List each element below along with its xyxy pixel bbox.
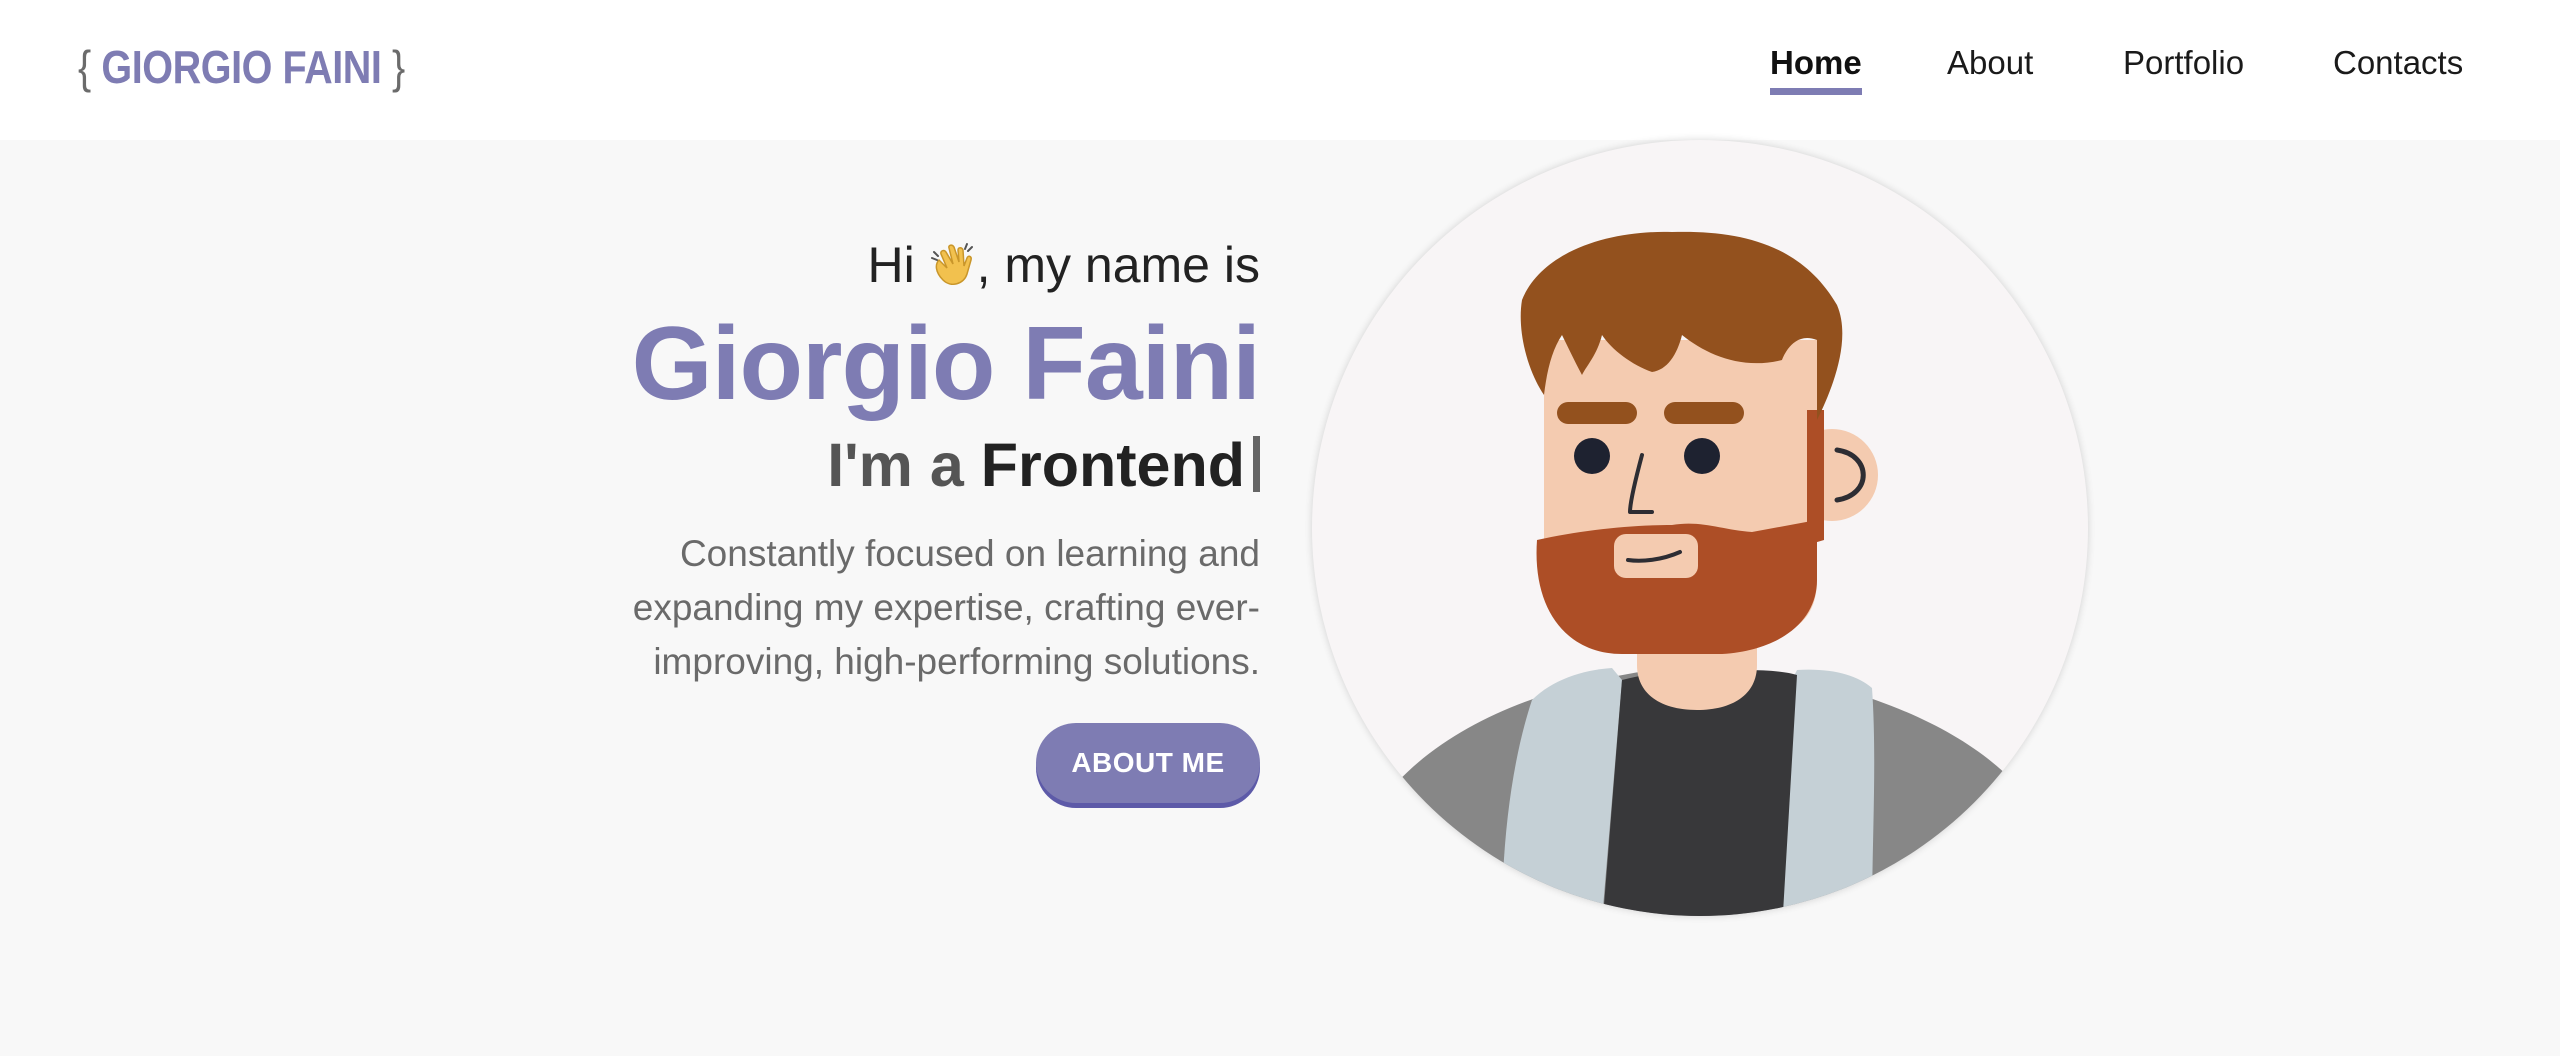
role-line: I'm a Frontend [500,431,1260,499]
hero-section: Hi , my name is Giorgio Faini I'm a Fron… [0,140,2560,1056]
waving-hand-icon [929,240,977,288]
nav-item-contacts[interactable]: Contacts [2333,44,2463,82]
greeting-prefix: Hi [867,237,929,293]
greeting: Hi , my name is [500,240,1260,290]
hero-name: Giorgio Faini [631,306,1261,422]
nav-item-about[interactable]: About [1947,44,2033,82]
nav-item-portfolio[interactable]: Portfolio [2123,44,2244,82]
hero-description: Constantly focused on learning and expan… [632,533,1260,683]
role-word: Frontend [980,431,1245,499]
navbar: { GIORGIO FAINI } Home About Portfolio C… [0,0,2560,140]
avatar-illustration [1392,231,2012,916]
about-me-button[interactable]: ABOUT ME [1036,723,1260,804]
main-nav: Home About Portfolio Contacts [0,44,2560,104]
hero-text: Hi , my name is Giorgio Faini I'm a Fron… [500,240,1261,804]
greeting-suffix: , my name is [976,237,1260,293]
avatar [1312,140,2088,916]
typing-cursor [1253,436,1260,492]
nav-item-home[interactable]: Home [1770,44,1862,95]
role-prefix: I'm a [827,431,981,499]
